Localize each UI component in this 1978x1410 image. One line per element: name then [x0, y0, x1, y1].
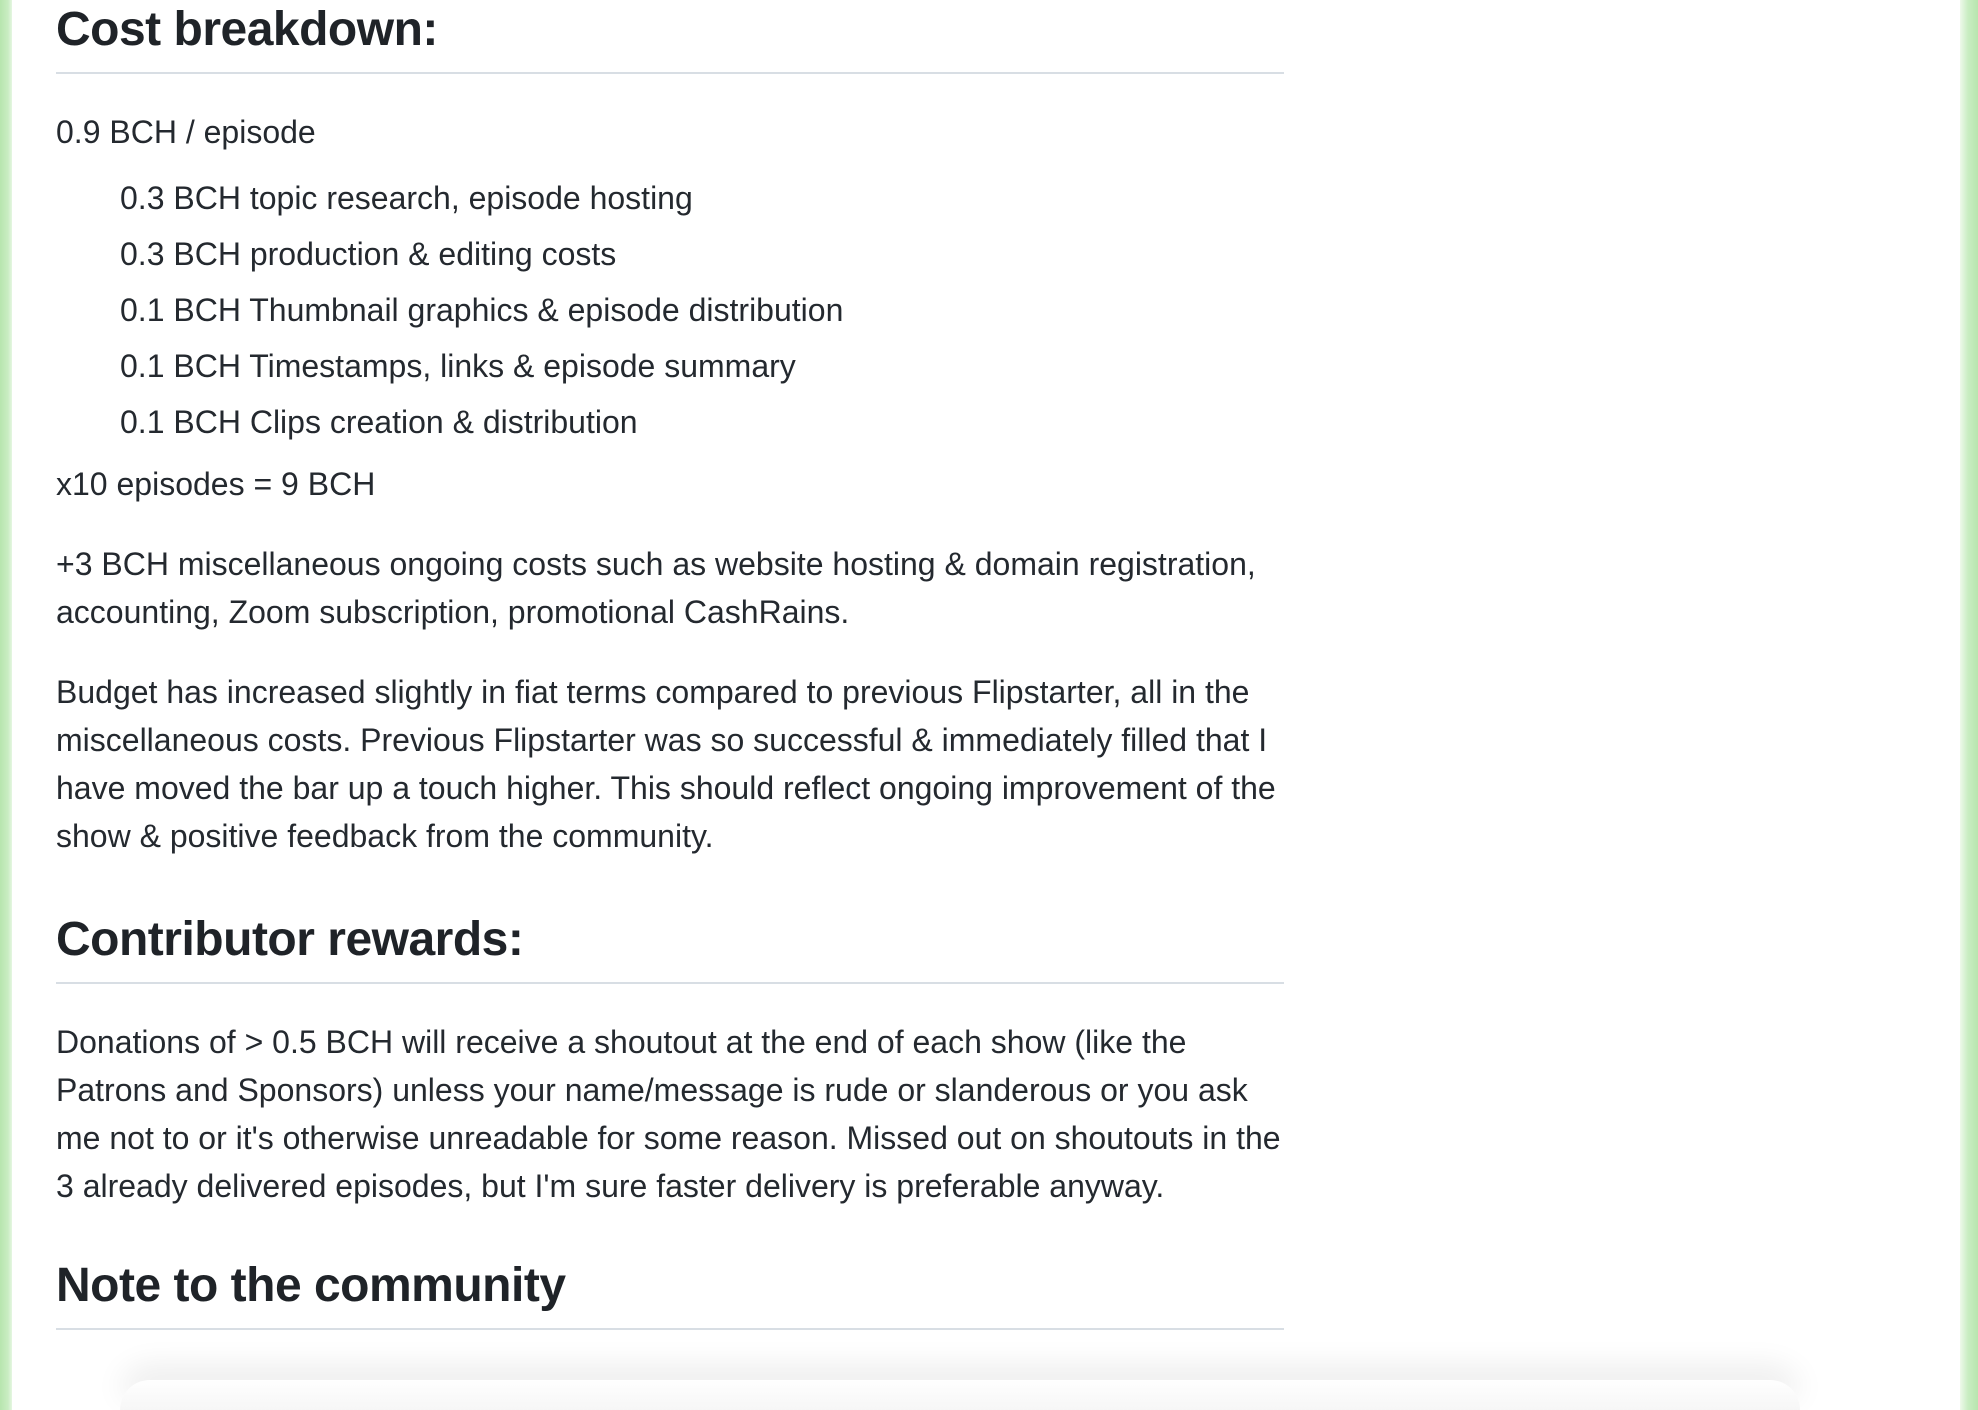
cost-item: 0.3 BCH topic research, episode hosting: [120, 180, 693, 216]
page-right-border: [1960, 0, 1978, 1410]
cost-breakdown-heading-text: Cost breakdown:: [56, 3, 438, 56]
episodes-total: x10 episodes = 9 BCH: [56, 466, 376, 502]
cost-breakdown-heading: Cost breakdown:: [56, 0, 1284, 74]
donations-paragraph: Donations of > 0.5 BCH will receive a sh…: [56, 1024, 1281, 1204]
bottom-overlay-shadow: [120, 1380, 1800, 1410]
note-to-community-heading: Note to the community: [56, 1256, 1284, 1330]
cost-item: 0.1 BCH Thumbnail graphics & episode dis…: [120, 292, 844, 328]
cost-item: 0.1 BCH Timestamps, links & episode summ…: [120, 348, 796, 384]
document-content: Cost breakdown: 0.9 BCH / episode 0.3 BC…: [56, 0, 1284, 1330]
cost-item: 0.1 BCH Clips creation & distribution: [120, 404, 638, 440]
cost-items-list: 0.3 BCH topic research, episode hosting …: [56, 174, 1284, 446]
misc-costs-paragraph: +3 BCH miscellaneous ongoing costs such …: [56, 546, 1256, 630]
contributor-rewards-heading-text: Contributor rewards:: [56, 913, 524, 966]
page-left-border: [0, 0, 12, 1410]
contributor-rewards-heading: Contributor rewards:: [56, 910, 1284, 984]
cost-item: 0.3 BCH production & editing costs: [120, 236, 617, 272]
cost-per-episode: 0.9 BCH / episode: [56, 114, 316, 150]
note-to-community-heading-text: Note to the community: [56, 1259, 566, 1312]
budget-paragraph: Budget has increased slightly in fiat te…: [56, 674, 1276, 854]
